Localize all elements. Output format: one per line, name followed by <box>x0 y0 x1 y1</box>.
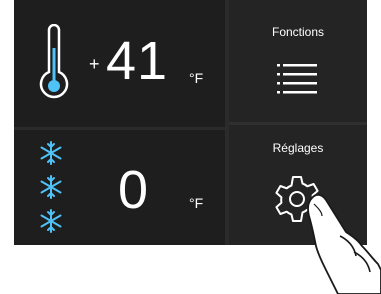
list-icon <box>277 64 317 94</box>
gear-icon <box>275 176 319 222</box>
fridge-zone[interactable]: + 41 °F <box>14 0 225 127</box>
snowflake-icon <box>40 141 62 165</box>
fridge-unit: °F <box>189 70 204 86</box>
functions-button[interactable]: Fonctions <box>229 0 367 122</box>
control-panel: + 41 °F 0 °F Fonctions Réglages <box>14 0 367 245</box>
side-menu: Fonctions Réglages <box>229 0 367 245</box>
freezer-temperature: 0 <box>118 160 149 220</box>
freezer-zone[interactable]: 0 °F <box>14 130 225 245</box>
settings-button[interactable]: Réglages <box>229 125 367 245</box>
snowflake-icon <box>40 175 62 199</box>
functions-label: Fonctions <box>271 25 325 39</box>
thermometer-icon <box>39 24 69 99</box>
settings-label: Réglages <box>272 141 324 155</box>
freezer-unit: °F <box>189 195 204 211</box>
temperature-sign: + <box>89 54 100 74</box>
fridge-temperature: 41 <box>106 31 169 91</box>
snowflake-icon <box>40 209 62 233</box>
